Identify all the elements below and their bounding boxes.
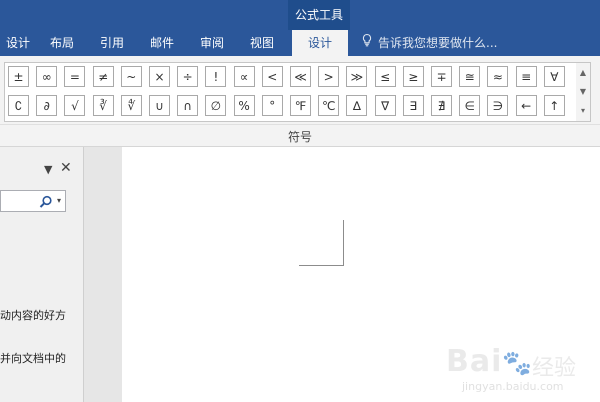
- watermark-url: jingyan.baidu.com: [462, 380, 564, 393]
- symbol-button[interactable]: ∂: [36, 95, 58, 116]
- symbol-button[interactable]: ~: [120, 66, 142, 87]
- symbol-button[interactable]: ≥: [402, 66, 424, 87]
- navigation-pane: ▼ ✕ 动内容的好方 并向文档中的: [0, 147, 84, 402]
- pane-options-icon[interactable]: ▼: [44, 163, 52, 176]
- symbol-button[interactable]: ×: [149, 66, 170, 87]
- tab-design-doc[interactable]: 设计: [0, 30, 36, 56]
- symbol-button[interactable]: ∆: [346, 95, 368, 116]
- symbol-button[interactable]: ≈: [487, 66, 509, 87]
- symbol-button[interactable]: ∪: [149, 95, 170, 116]
- symbol-button[interactable]: ≅: [459, 66, 481, 87]
- scroll-down-icon[interactable]: ▼: [576, 82, 590, 101]
- symbol-button[interactable]: ÷: [177, 66, 199, 87]
- tell-me-text: 告诉我您想要做什么...: [378, 36, 498, 50]
- symbol-button[interactable]: ∇: [374, 95, 396, 116]
- pane-text-line: 并向文档中的: [0, 352, 66, 365]
- symbol-button[interactable]: ∞: [36, 66, 58, 87]
- pane-close-icon[interactable]: ✕: [60, 160, 72, 176]
- symbol-button[interactable]: <: [261, 66, 283, 87]
- symbol-button[interactable]: ∃: [402, 95, 424, 116]
- page-corner-mark: [299, 265, 344, 266]
- document-margin: [84, 147, 122, 402]
- lightbulb-icon: [360, 30, 374, 56]
- symbol-button[interactable]: √: [64, 95, 86, 116]
- pane-search-input[interactable]: ▾: [0, 190, 66, 212]
- scroll-up-icon[interactable]: ▲: [576, 63, 590, 82]
- tab-review[interactable]: 审阅: [194, 30, 230, 56]
- symbol-button[interactable]: ←: [515, 95, 537, 116]
- symbol-button[interactable]: ∀: [543, 66, 565, 87]
- symbol-button[interactable]: ∋: [487, 95, 509, 116]
- symbol-button[interactable]: !: [205, 66, 227, 87]
- symbol-button[interactable]: ℃: [318, 95, 340, 116]
- symbol-button[interactable]: %: [233, 95, 255, 116]
- symbol-button[interactable]: ∈: [459, 95, 481, 116]
- tab-equation-design[interactable]: 设计: [292, 30, 348, 56]
- symbol-button[interactable]: ∝: [233, 66, 255, 87]
- symbol-button[interactable]: ∜: [120, 95, 142, 116]
- symbol-button[interactable]: ∩: [177, 95, 199, 116]
- tab-layout[interactable]: 布局: [44, 30, 80, 56]
- gallery-scrollbar[interactable]: ▲ ▼ ▾: [576, 62, 591, 122]
- search-dropdown-icon[interactable]: ▾: [57, 196, 61, 205]
- tab-view[interactable]: 视图: [244, 30, 280, 56]
- symbol-button[interactable]: ≠: [92, 66, 114, 87]
- symbol-button[interactable]: ∓: [431, 66, 452, 87]
- search-icon[interactable]: [39, 194, 53, 213]
- group-separator: [0, 124, 600, 125]
- symbol-button[interactable]: ≤: [374, 66, 396, 87]
- symbol-button[interactable]: ±: [8, 66, 29, 87]
- symbol-button[interactable]: ℉: [290, 95, 311, 116]
- symbol-button[interactable]: ≪: [290, 66, 311, 87]
- symbol-button[interactable]: =: [64, 66, 86, 87]
- symbol-button[interactable]: ↑: [543, 95, 565, 116]
- symbol-button[interactable]: °: [261, 95, 283, 116]
- pane-text-line: 动内容的好方: [0, 309, 66, 322]
- symbol-button[interactable]: ∄: [431, 95, 452, 116]
- watermark-logo: Bai🐾: [446, 344, 534, 379]
- ribbon-tab-bar: 公式工具 设计 布局 引用 邮件 审阅 视图 设计 告诉我您想要做什么...: [0, 0, 600, 56]
- symbol-button[interactable]: ≡: [515, 66, 537, 87]
- gallery-more-icon[interactable]: ▾: [576, 101, 590, 120]
- watermark-text: 经验: [532, 356, 577, 381]
- watermark: Bai🐾 经验 jingyan.baidu.com: [440, 344, 590, 396]
- symbol-button[interactable]: >: [318, 66, 340, 87]
- symbol-button[interactable]: ≫: [346, 66, 368, 87]
- symbol-button[interactable]: ∁: [8, 95, 29, 116]
- context-tab-label: 公式工具: [288, 0, 350, 30]
- tell-me-box[interactable]: 告诉我您想要做什么...: [360, 30, 497, 56]
- tab-references[interactable]: 引用: [94, 30, 130, 56]
- symbol-button[interactable]: ∛: [92, 95, 114, 116]
- symbols-group-label: 符号: [287, 130, 312, 144]
- page-corner-mark: [343, 220, 344, 265]
- tab-mailings[interactable]: 邮件: [144, 30, 180, 56]
- symbol-button[interactable]: ∅: [205, 95, 227, 116]
